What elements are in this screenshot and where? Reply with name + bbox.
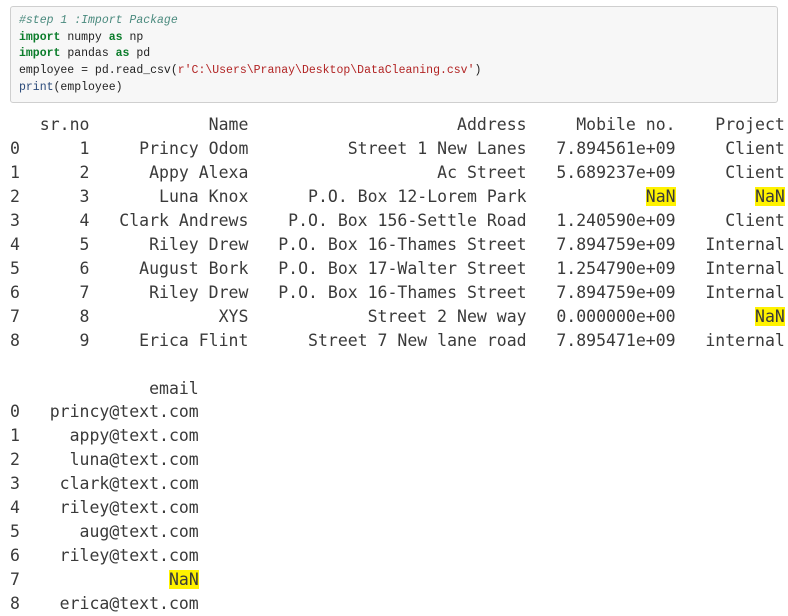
code-cell: #step 1 :Import Package import numpy as … bbox=[10, 6, 778, 103]
code-kw: import bbox=[19, 31, 60, 44]
output-dataframe: sr.no Name Address Mobile no. Project \ … bbox=[10, 113, 778, 615]
code-comment: #step 1 :Import Package bbox=[19, 14, 178, 27]
code-string: r'C:\Users\Pranay\Desktop\DataCleaning.c… bbox=[178, 64, 475, 77]
code-fn: print bbox=[19, 81, 54, 94]
